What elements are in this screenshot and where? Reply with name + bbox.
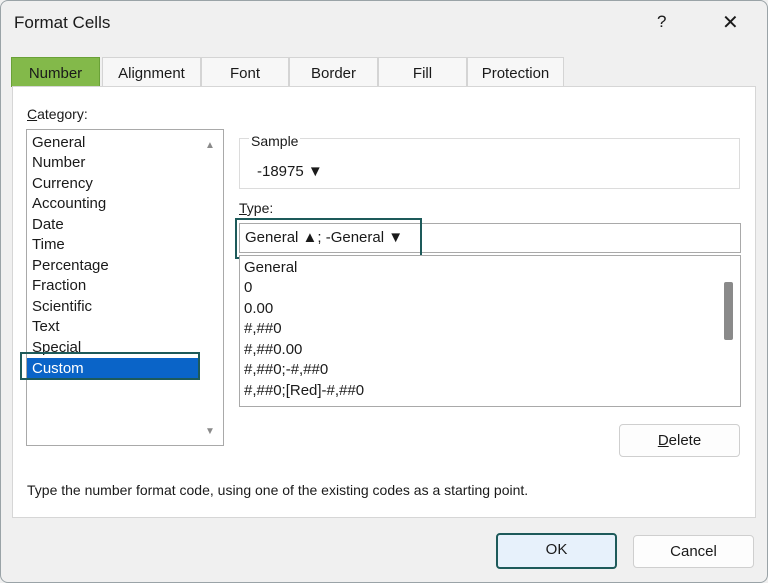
format-code-item[interactable]: General <box>244 258 297 278</box>
delete-label-rest: elete <box>668 432 702 449</box>
sample-label: Sample <box>249 133 301 149</box>
format-list-scrollbar[interactable] <box>716 256 740 406</box>
type-label-rest: ype: <box>246 200 274 216</box>
format-code-item[interactable]: #,##0;[Red]-#,##0 <box>244 381 364 401</box>
sample-value: -18975 ▼ <box>257 163 323 180</box>
tab-font[interactable]: Font <box>201 57 289 87</box>
hint-text: Type the number format code, using one o… <box>27 482 529 498</box>
tab-protection[interactable]: Protection <box>467 57 564 87</box>
scroll-down-icon[interactable]: ▼ <box>205 426 215 437</box>
tab-number[interactable]: Number <box>11 57 100 87</box>
format-code-item[interactable]: #,##0 <box>244 319 282 339</box>
help-icon[interactable]: ? <box>657 12 666 32</box>
cancel-button[interactable]: Cancel <box>633 535 754 568</box>
type-label: Type: <box>239 200 273 216</box>
format-code-item[interactable]: #,##0;-#,##0 <box>244 360 328 380</box>
title-bar: Format Cells ? ✕ <box>1 1 767 47</box>
type-label-accesskey: T <box>239 200 247 216</box>
delete-button[interactable]: Delete <box>619 424 740 457</box>
category-scrollbar[interactable]: ▲ ▼ <box>199 130 223 445</box>
tab-border[interactable]: Border <box>289 57 378 87</box>
tab-alignment[interactable]: Alignment <box>102 57 201 87</box>
tab-fill[interactable]: Fill <box>378 57 467 87</box>
category-item-date[interactable]: Date <box>32 215 64 235</box>
category-item-percentage[interactable]: Percentage <box>32 256 109 276</box>
category-label-rest: ategory: <box>37 106 88 122</box>
dialog-title: Format Cells <box>14 13 111 32</box>
category-list[interactable]: General Number Currency Accounting Date … <box>26 129 224 446</box>
format-code-item[interactable]: 0.00 <box>244 299 273 319</box>
category-item-time[interactable]: Time <box>32 235 65 255</box>
category-item-scientific[interactable]: Scientific <box>32 297 92 317</box>
category-item-fraction[interactable]: Fraction <box>32 276 86 296</box>
format-code-item[interactable]: #,##0.00 <box>244 340 302 360</box>
close-icon[interactable]: ✕ <box>722 10 739 35</box>
category-item-accounting[interactable]: Accounting <box>32 194 106 214</box>
category-item-general[interactable]: General <box>32 133 85 153</box>
category-item-number[interactable]: Number <box>32 153 85 173</box>
ok-button[interactable]: OK <box>496 533 617 569</box>
custom-callout-outline <box>20 352 200 380</box>
scroll-thumb[interactable] <box>724 282 733 340</box>
format-code-list[interactable]: General 0 0.00 #,##0 #,##0.00 #,##0;-#,#… <box>239 255 741 407</box>
category-label: Category: <box>27 106 88 122</box>
category-label-accesskey: C <box>27 106 38 122</box>
type-callout-outline <box>235 218 422 259</box>
format-code-item[interactable]: 0 <box>244 278 252 298</box>
scroll-up-icon[interactable]: ▲ <box>205 140 215 151</box>
category-item-currency[interactable]: Currency <box>32 174 93 194</box>
category-item-text[interactable]: Text <box>32 317 60 337</box>
delete-accesskey: D <box>657 432 669 449</box>
